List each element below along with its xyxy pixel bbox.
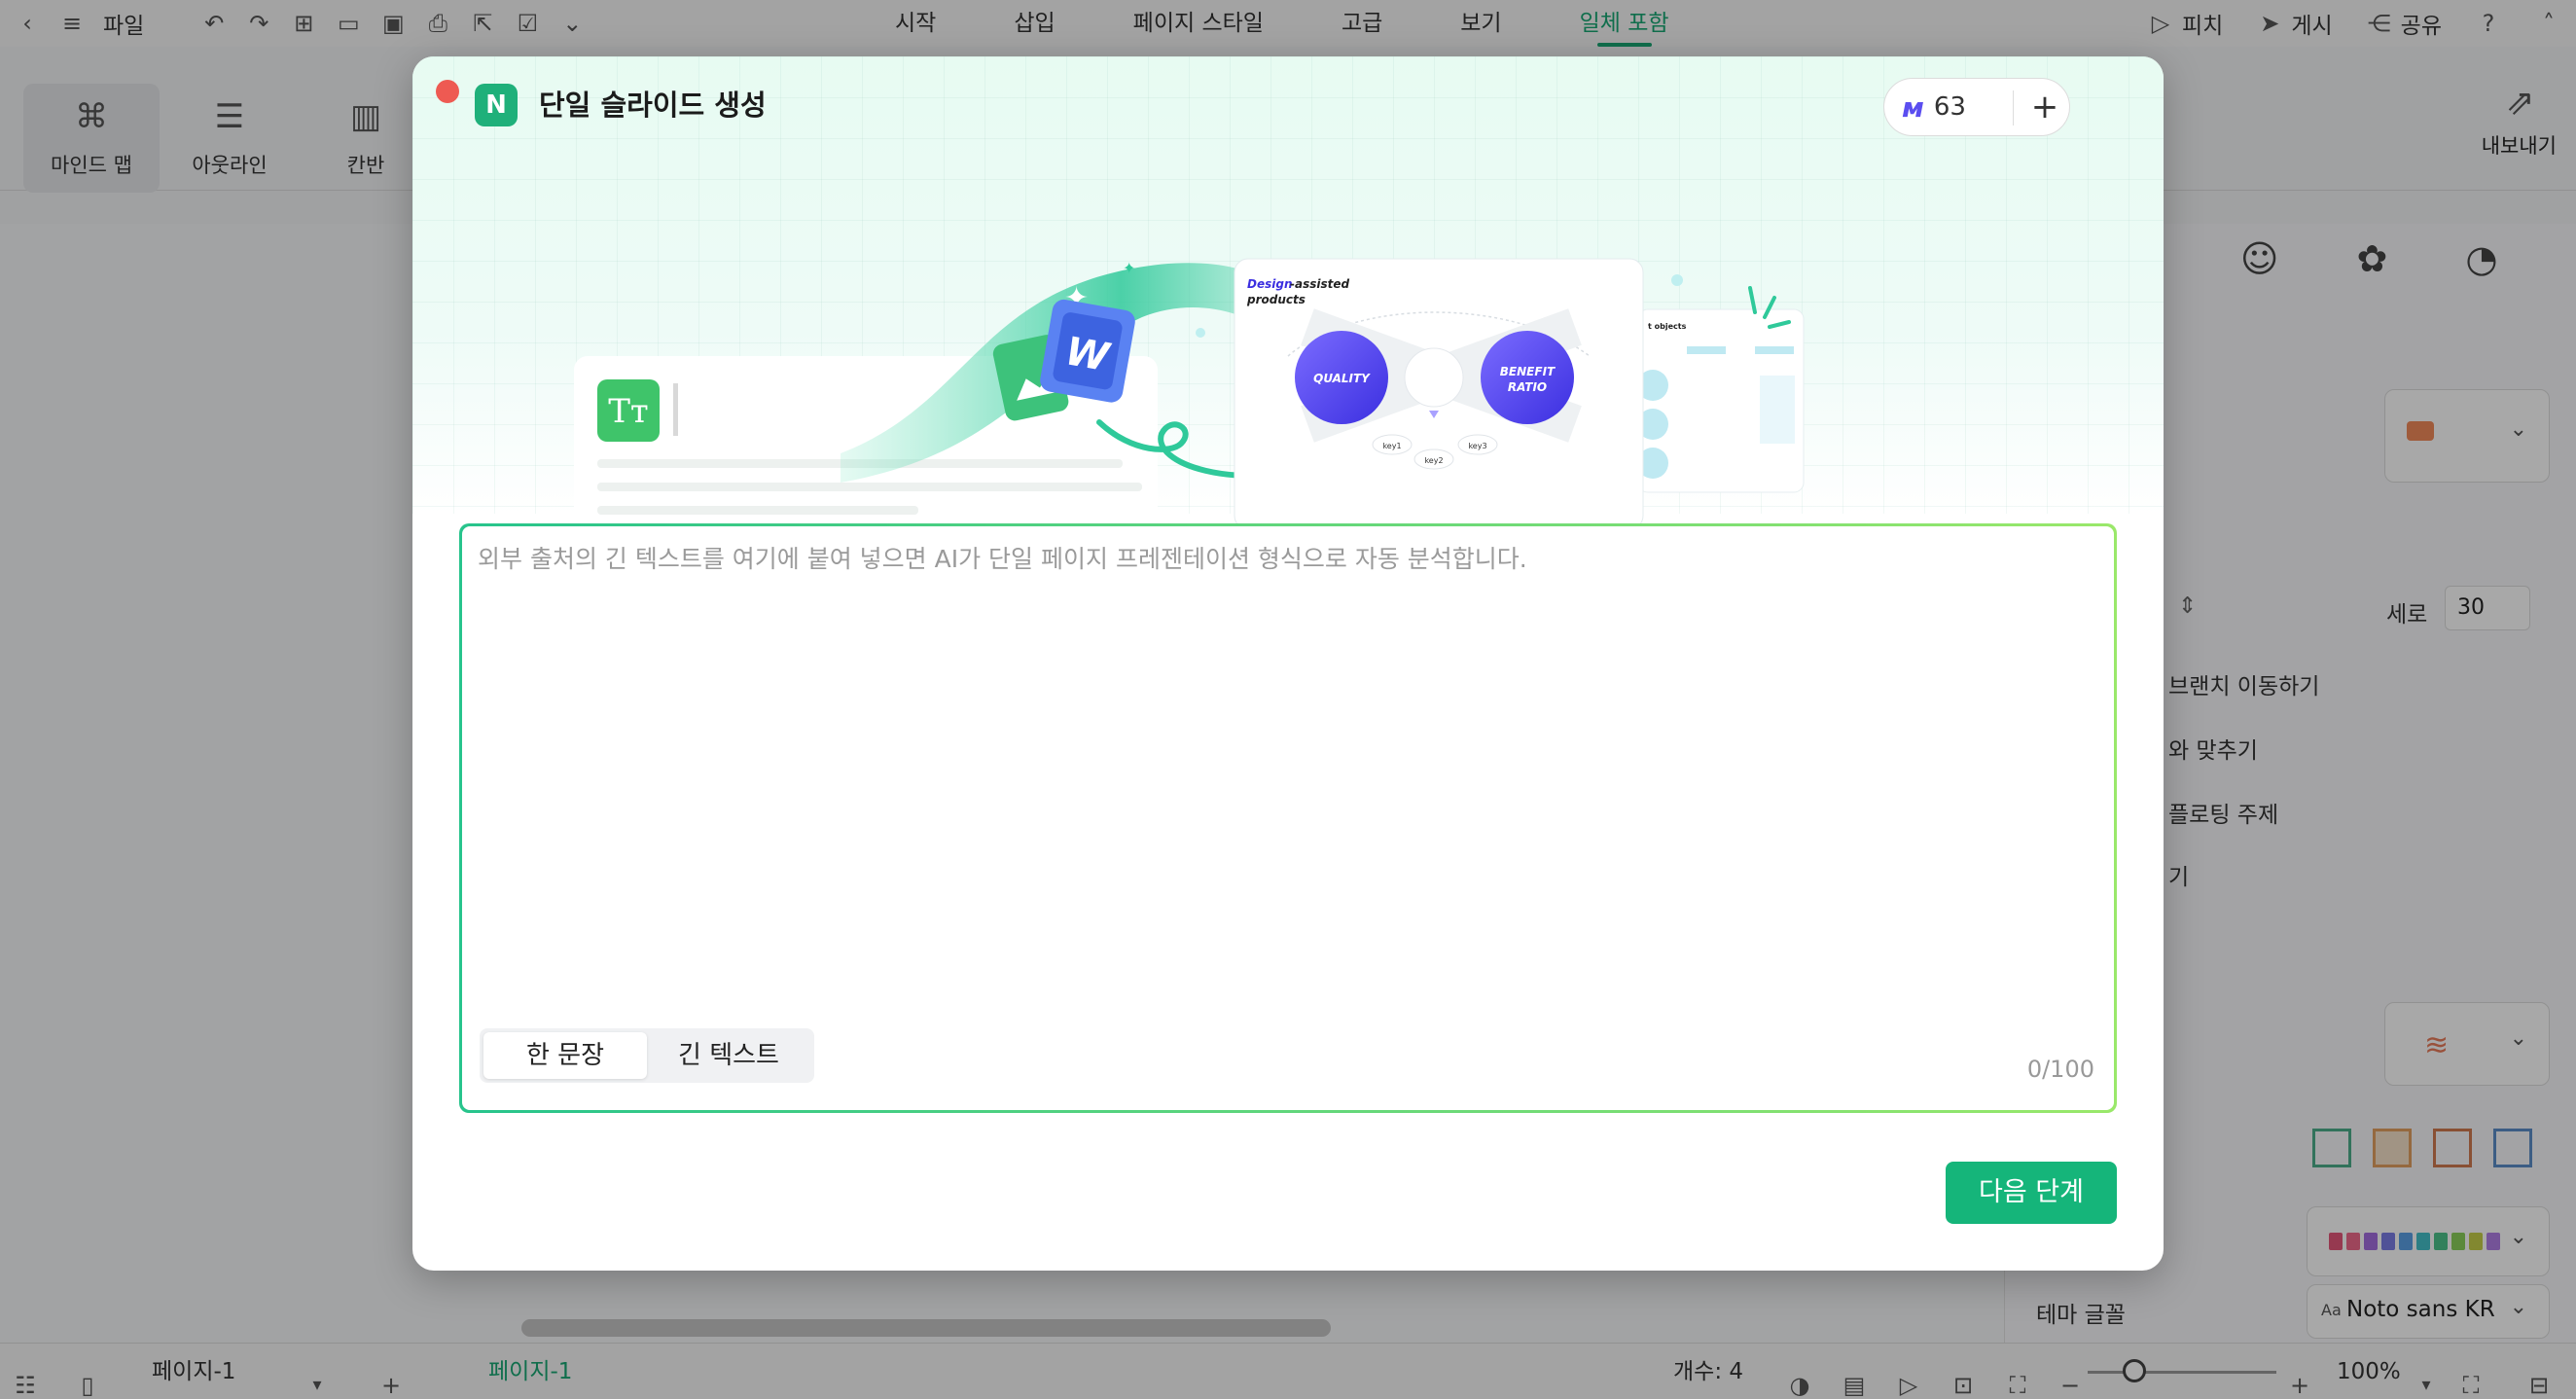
benefit-bubble-label-1: BENEFIT (1500, 365, 1556, 378)
app-logo-icon: N (475, 84, 518, 126)
mode-one-sentence[interactable]: 한 문장 (483, 1032, 647, 1079)
center-node (1404, 347, 1464, 408)
slide-bar (1755, 346, 1794, 354)
key3-label: key3 (1468, 442, 1486, 450)
word-document-icon: W (1040, 299, 1135, 403)
slide-title-part-a: Design (1247, 277, 1293, 291)
credit-divider (2013, 90, 2014, 126)
key2-label: key2 (1424, 456, 1443, 465)
slide-bar (1760, 376, 1795, 444)
dialog-title: 단일 슬라이드 생성 (539, 89, 767, 122)
single-slide-dialog: N 단일 슬라이드 생성 ᴍ 63 + Tт ✦ ✦ W t objects D… (412, 56, 2164, 1271)
add-credits-button[interactable]: + (2021, 79, 2069, 135)
text-input-placeholder: 외부 출처의 긴 텍스트를 여기에 붙여 넣으면 AI가 단일 페이지 프레젠테… (478, 545, 1527, 573)
text-line (597, 506, 918, 515)
slide-title-part-c: products (1246, 293, 1306, 306)
text-line (597, 483, 1142, 491)
slide-title-part-b: -assisted (1290, 277, 1349, 291)
quality-bubble-label: QUALITY (1313, 372, 1371, 385)
text-input-frame: 외부 출처의 긴 텍스트를 여기에 붙여 넣으면 AI가 단일 페이지 프레젠테… (459, 523, 2117, 1113)
decor-dot (1671, 274, 1683, 286)
benefit-bubble-label-2: RATIO (1508, 380, 1547, 394)
input-mode-toggle: 한 문장 긴 텍스트 (480, 1028, 814, 1083)
ai-credit-icon: ᴍ (1902, 90, 1924, 124)
slide-bar (1687, 346, 1726, 354)
ai-credit-count: 63 (1933, 92, 1966, 122)
key1-label: key1 (1382, 442, 1401, 450)
character-counter: 0/100 (2026, 1056, 2094, 1083)
text-cursor (673, 383, 678, 436)
hero-illustration: Tт ✦ ✦ W t objects Design -assisted prod… (574, 258, 1805, 530)
close-button[interactable] (436, 80, 459, 103)
text-format-icon-label: Tт (608, 392, 649, 431)
ai-credits: ᴍ 63 + (1883, 78, 2070, 136)
sparkle-icon: ✦ (1123, 259, 1135, 277)
long-text-input[interactable]: 외부 출처의 긴 텍스트를 여기에 붙여 넣으면 AI가 단일 페이지 프레젠테… (462, 526, 2114, 1110)
decor-dot (1196, 328, 1205, 338)
mode-long-text[interactable]: 긴 텍스트 (647, 1032, 810, 1079)
secondary-slide-title: t objects (1648, 322, 1687, 331)
next-step-button[interactable]: 다음 단계 (1946, 1162, 2117, 1224)
